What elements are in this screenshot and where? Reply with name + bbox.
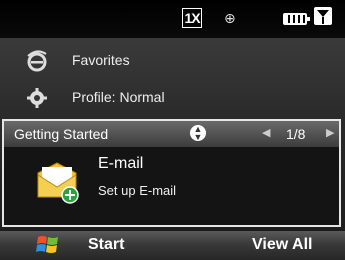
internet-explorer-icon	[27, 50, 47, 72]
profile-item[interactable]: Profile: Normal	[0, 79, 345, 117]
status-bar: 1X ⊕	[0, 0, 345, 38]
getting-started-item[interactable]: E-mail Set up E-mail	[4, 147, 339, 225]
view-all-button[interactable]: View All	[252, 236, 312, 254]
getting-started-header: Getting Started ▲ ▼ ◀ 1/8 ▶	[4, 121, 339, 147]
page-indicator: 1/8	[286, 126, 306, 142]
gps-icon: ⊕	[224, 10, 236, 26]
envelope-add-icon	[37, 162, 79, 204]
start-button[interactable]: Start	[88, 236, 124, 254]
email-item-title: E-mail	[98, 155, 144, 172]
next-arrow-icon[interactable]: ▶	[326, 126, 334, 139]
battery-icon	[283, 13, 310, 25]
favorites-item[interactable]: Favorites	[0, 42, 345, 80]
favorites-label: Favorites	[72, 52, 130, 68]
windows-logo-icon[interactable]	[36, 234, 60, 256]
signal-icon	[314, 7, 332, 25]
softkey-bar: Start View All	[0, 231, 345, 260]
previous-arrow-icon[interactable]: ◀	[262, 126, 270, 139]
email-item-subtitle: Set up E-mail	[98, 183, 177, 198]
network-1x-icon: 1X	[182, 8, 202, 28]
profile-label: Profile: Normal	[72, 89, 165, 105]
getting-started-title: Getting Started	[14, 126, 109, 142]
gear-icon	[27, 88, 47, 108]
up-down-arrows-icon[interactable]: ▲ ▼	[190, 125, 206, 142]
getting-started-panel[interactable]: Getting Started ▲ ▼ ◀ 1/8 ▶ E-mail Set up…	[2, 119, 341, 227]
